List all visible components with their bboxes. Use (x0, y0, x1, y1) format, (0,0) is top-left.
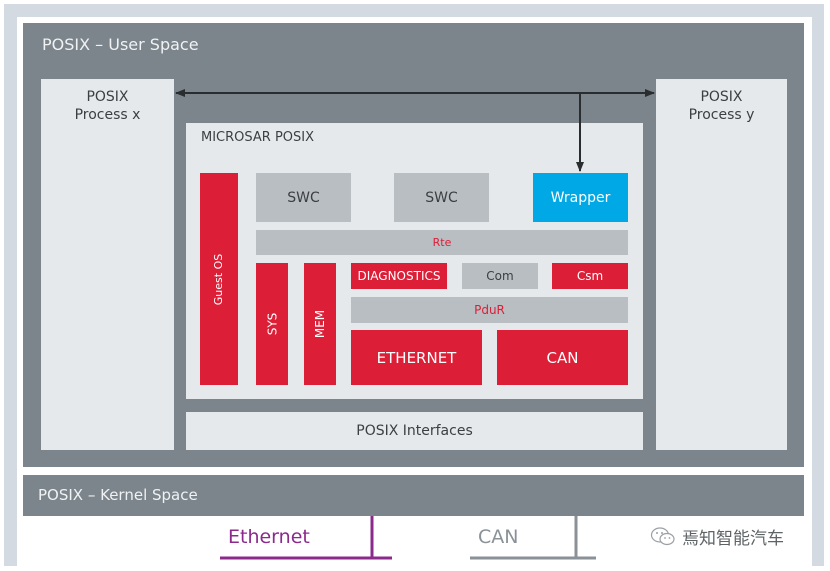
watermark: 焉知智能汽车 (650, 524, 784, 549)
watermark-text: 焉知智能汽车 (682, 529, 784, 549)
connectors-overlay (175, 89, 655, 560)
wechat-icon (650, 526, 675, 545)
